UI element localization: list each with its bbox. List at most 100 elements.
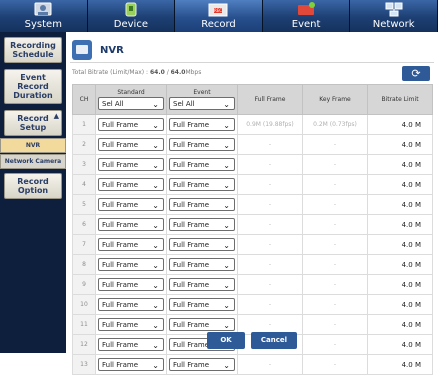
event-select[interactable]: Full Frame ⌄ [169,218,235,231]
standard-value: Full Frame [102,221,139,229]
sidebar-item-record-option[interactable]: Record Option [4,173,62,199]
col-ch: CH [72,84,96,115]
chevron-down-icon: ⌄ [223,201,230,210]
col-event-label: Event [193,89,211,96]
tab-system-label: System [24,19,62,30]
tab-device[interactable]: Device [87,0,176,32]
standard-select[interactable]: Full Frame ⌄ [98,358,164,371]
refresh-button[interactable]: ⟳ [402,66,430,81]
event-select[interactable]: Full Frame ⌄ [169,318,235,331]
event-value: Full Frame [173,361,210,369]
standard-sel-all-select[interactable]: Sel All ⌄ [98,97,164,110]
event-sel-all-select[interactable]: Sel All ⌄ [169,97,235,110]
standard-select[interactable]: Full Frame ⌄ [98,158,164,171]
standard-select[interactable]: Full Frame ⌄ [98,178,164,191]
chevron-down-icon: ⌄ [223,241,230,250]
event-select[interactable]: Full Frame ⌄ [169,358,235,371]
col-event: Event Sel All ⌄ [166,84,238,115]
sidebar-item-recording-schedule[interactable]: Recording Schedule [4,37,62,63]
refresh-icon: ⟳ [411,67,421,80]
event-value: Full Frame [173,241,210,249]
bitrate-limit-cell[interactable]: 4.0 M [367,354,433,375]
standard-select[interactable]: Full Frame ⌄ [98,138,164,151]
event-select[interactable]: Full Frame ⌄ [169,118,235,131]
chevron-down-icon: ⌄ [223,301,230,310]
ok-button[interactable]: OK [207,332,245,349]
event-select[interactable]: Full Frame ⌄ [169,178,235,191]
table-row: 3 Full Frame ⌄ Full Frame ⌄ - -4.0 M [72,154,433,175]
chevron-down-icon: ⌄ [152,100,159,109]
key-frame-cell: - [302,134,368,155]
bitrate-limit-cell[interactable]: 4.0 M [367,194,433,215]
bitrate-limit-cell[interactable]: 4.0 M [367,214,433,235]
bitrate-limit-cell[interactable]: 4.0 M [367,174,433,195]
bitrate-limit-cell[interactable]: 4.0 M [367,274,433,295]
tab-device-label: Device [113,19,148,30]
sidebar-item-network-camera[interactable]: Network Camera [0,154,66,169]
standard-select[interactable]: Full Frame ⌄ [98,118,164,131]
event-select[interactable]: Full Frame ⌄ [169,238,235,251]
channel-cell: 10 [72,294,96,315]
event-cell: Full Frame ⌄ [166,174,238,195]
bitrate-limit-cell[interactable]: 4.0 M [367,154,433,175]
event-cell: Full Frame ⌄ [166,294,238,315]
event-cell: Full Frame ⌄ [166,134,238,155]
bitrate-limit-cell[interactable]: 4.0 M [367,134,433,155]
full-frame-cell: - [237,234,303,255]
event-cell: Full Frame ⌄ [166,114,238,135]
tab-system[interactable]: System [0,0,88,32]
standard-select[interactable]: Full Frame ⌄ [98,198,164,211]
collapse-icon[interactable]: ▲ [54,112,59,121]
network-icon [385,2,403,17]
event-cell: Full Frame ⌄ [166,274,238,295]
event-cell: Full Frame ⌄ [166,354,238,375]
col-bitrate-limit: Bitrate Limit [367,84,433,115]
key-frame-cell: - [302,154,368,175]
tab-record-label: Record [201,19,236,30]
standard-select[interactable]: Full Frame ⌄ [98,238,164,251]
event-sel-all-value: Sel All [173,100,195,108]
tab-record[interactable]: REC Record [175,0,263,32]
table-row: 4 Full Frame ⌄ Full Frame ⌄ - -4.0 M [72,174,433,195]
channel-cell: 13 [72,354,96,375]
standard-select[interactable]: Full Frame ⌄ [98,278,164,291]
cancel-button[interactable]: Cancel [251,332,297,349]
standard-value: Full Frame [102,361,139,369]
sidebar-item-event-record-duration[interactable]: Event Record Duration [4,69,62,104]
sidebar-item-nvr[interactable]: NVR [0,138,66,153]
full-frame-cell: 0.9M (19.88fps) [237,114,303,135]
table-row: 5 Full Frame ⌄ Full Frame ⌄ - -4.0 M [72,194,433,215]
bitrate-label: Total Bitrate (Limit/Max) : [72,69,150,76]
channel-cell: 4 [72,174,96,195]
event-select[interactable]: Full Frame ⌄ [169,158,235,171]
bitrate-limit-cell[interactable]: 4.0 M [367,114,433,135]
event-select[interactable]: Full Frame ⌄ [169,258,235,271]
standard-select[interactable]: Full Frame ⌄ [98,298,164,311]
tab-network-label: Network [372,19,415,30]
record-icon: REC [208,3,228,17]
event-value: Full Frame [173,201,210,209]
table-row: 1 Full Frame ⌄ Full Frame ⌄ 0.9M (19.88fps) 0.… [72,114,433,135]
table-row: 2 Full Frame ⌄ Full Frame ⌄ - -4.0 M [72,134,433,155]
system-icon [34,2,52,16]
bitrate-limit-cell[interactable]: 4.0 M [367,294,433,315]
standard-select[interactable]: Full Frame ⌄ [98,258,164,271]
event-value: Full Frame [173,121,210,129]
tab-event[interactable]: Event [262,0,351,32]
bitrate-max: 64.0 [170,69,186,76]
event-select[interactable]: Full Frame ⌄ [169,298,235,311]
event-select[interactable]: Full Frame ⌄ [169,138,235,151]
bitrate-limit-cell[interactable]: 4.0 M [367,234,433,255]
tab-network[interactable]: Network [350,0,438,32]
event-select[interactable]: Full Frame ⌄ [169,278,235,291]
device-icon [125,2,137,17]
col-full-frame: Full Frame [237,84,303,115]
bitrate-limit-cell[interactable]: 4.0 M [367,254,433,275]
col-standard-label: Standard [117,89,145,96]
standard-select[interactable]: Full Frame ⌄ [98,218,164,231]
sidebar-item-record-setup[interactable]: Record Setup ▲ [4,110,62,136]
event-select[interactable]: Full Frame ⌄ [169,198,235,211]
chevron-down-icon: ⌄ [223,100,230,109]
full-frame-cell: - [237,274,303,295]
standard-select[interactable]: Full Frame ⌄ [98,318,164,331]
